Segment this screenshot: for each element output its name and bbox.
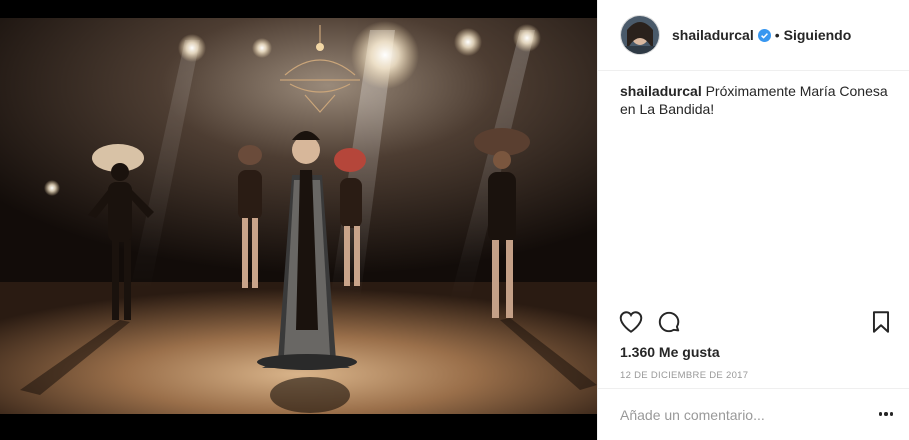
instagram-post: shailadurcal • Siguiendo shailadurcal Pr… <box>0 0 909 440</box>
following-button[interactable]: Siguiendo <box>784 27 852 43</box>
comment-input[interactable] <box>620 406 860 423</box>
stage-photo <box>0 0 597 440</box>
username-link[interactable]: shailadurcal <box>672 27 754 43</box>
heart-outline-icon[interactable] <box>618 309 646 337</box>
more-dot <box>878 412 883 416</box>
more-options-icon[interactable] <box>876 406 896 422</box>
speech-bubble-icon[interactable] <box>656 309 684 337</box>
bookmark-icon[interactable] <box>868 309 896 337</box>
comment-bar <box>598 388 909 440</box>
post-media[interactable] <box>0 0 597 440</box>
avatar-image <box>621 16 659 54</box>
post-header: shailadurcal • Siguiendo <box>598 0 909 71</box>
post-date[interactable]: 12 DE DICIEMBRE DE 2017 <box>620 370 748 381</box>
post-caption: shailadurcal Próximamente María Conesa e… <box>620 82 892 118</box>
post-actions <box>598 309 909 339</box>
avatar[interactable] <box>620 15 660 55</box>
likes-count[interactable]: 1.360 Me gusta <box>620 344 720 360</box>
more-dot <box>889 412 894 416</box>
post-side-panel: shailadurcal • Siguiendo shailadurcal Pr… <box>597 0 909 440</box>
verified-badge-icon <box>757 28 771 42</box>
header-text: shailadurcal • Siguiendo <box>672 27 851 43</box>
caption-username-link[interactable]: shailadurcal <box>620 83 702 99</box>
separator-dot: • <box>774 27 780 43</box>
more-dot <box>884 412 888 416</box>
